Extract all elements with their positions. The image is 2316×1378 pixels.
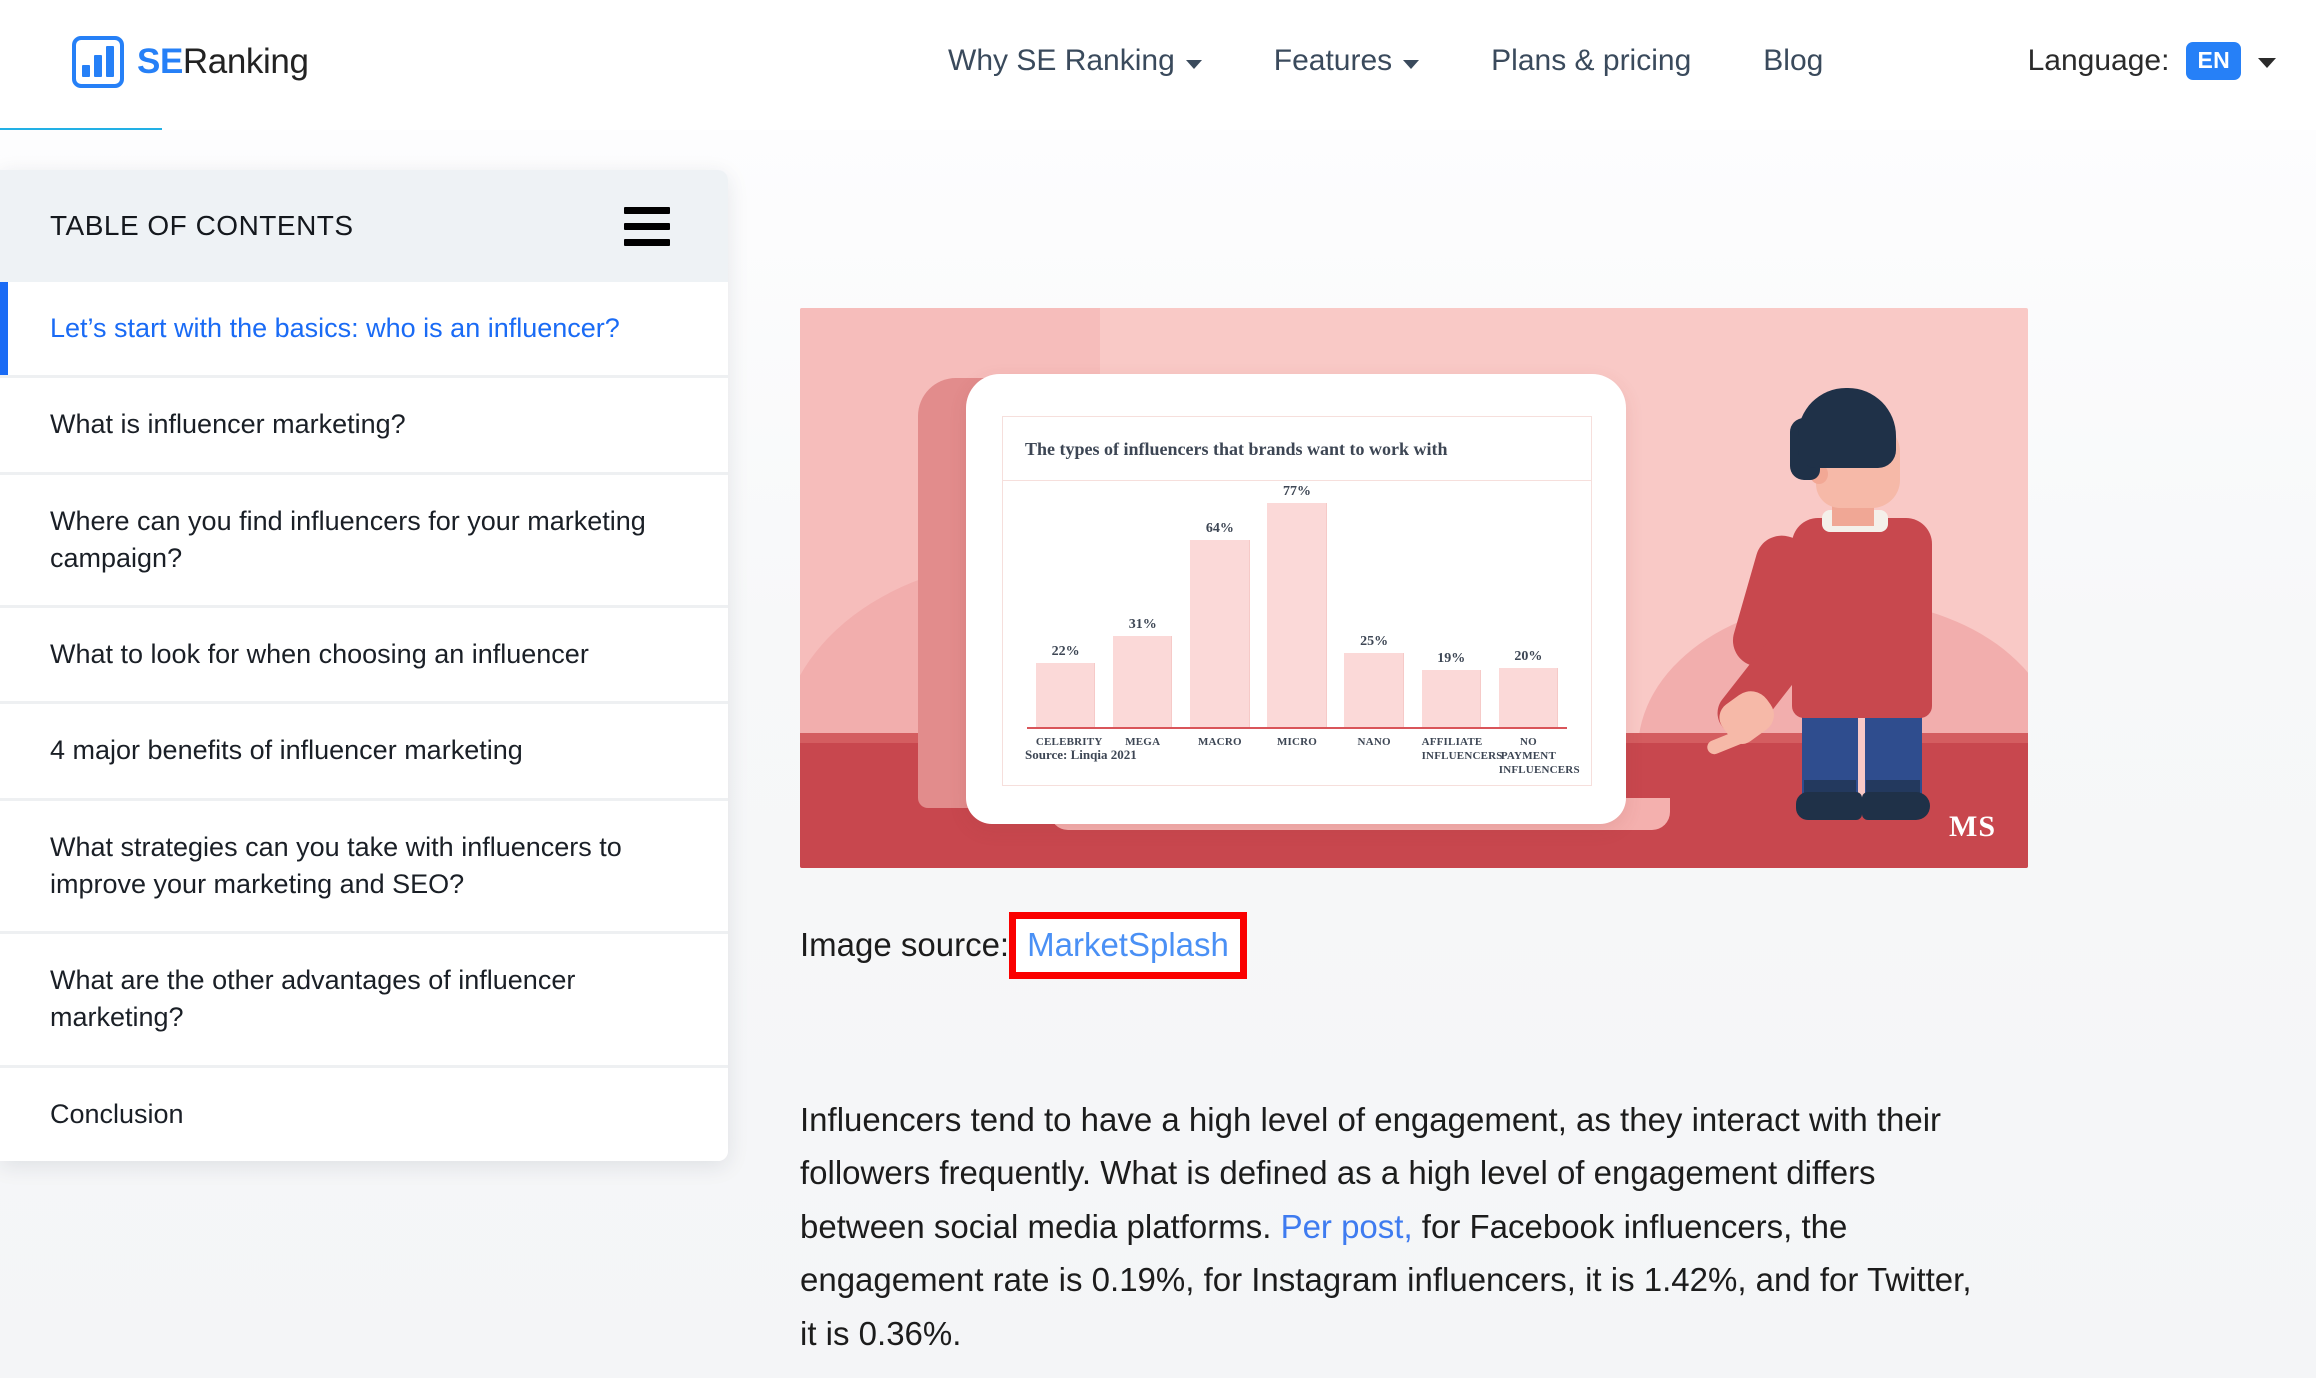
hamburger-bar-3 [624, 238, 670, 246]
language-label: Language: [2027, 44, 2170, 77]
xlabel-affiliate: AFFILIATE INFLUENCERS [1421, 736, 1503, 762]
bar-column-micro: 77% [1267, 481, 1327, 727]
bar-chart-logo-icon [72, 36, 124, 88]
person-shoe-right [1862, 792, 1930, 820]
marketsplash-watermark: MS [1949, 810, 1996, 843]
bar-value-affiliate: 19% [1437, 651, 1466, 667]
toc-item-5[interactable]: What strategies can you take with influe… [0, 800, 728, 934]
bar-value-micro: 77% [1282, 484, 1311, 500]
nav-label-why-se-ranking: Why SE Ranking [948, 44, 1175, 77]
bar-mega [1113, 635, 1173, 727]
toc-title: TABLE OF CONTENTS [50, 210, 354, 241]
bar-column-celebrity: 22% [1035, 481, 1096, 727]
illustration-presentation-board: The types of influencers that brands wan… [966, 374, 1626, 824]
toc-item-2[interactable]: Where can you find influencers for your … [0, 474, 728, 608]
toc-item-1[interactable]: What is influencer marketing? [0, 378, 728, 475]
table-of-contents: TABLE OF CONTENTS Let’s start with the b… [0, 170, 728, 1161]
bar-micro [1267, 503, 1327, 727]
toc-item-label: Conclusion [50, 1098, 184, 1129]
logo-text-se: SE [137, 42, 183, 81]
chart-plot-area: 22% 31% 64% 77% 25% 19% 20% [1027, 481, 1567, 729]
nav-label-features: Features [1273, 44, 1393, 77]
article-content: The types of influencers that brands wan… [800, 130, 2030, 1360]
hamburger-bar-2 [624, 222, 670, 230]
language-switcher[interactable]: Language: EN [2028, 42, 2276, 80]
hamburger-bar-1 [624, 206, 670, 214]
toc-item-6[interactable]: What are the other advantages of influen… [0, 934, 728, 1068]
toc-item-label: Where can you find influencers for your … [50, 505, 646, 573]
bar-nano [1344, 653, 1404, 727]
bar-value-macro: 64% [1205, 521, 1234, 537]
xlabel-no-payment: NO PAYMENT INFLUENCERS [1498, 736, 1580, 776]
site-header: SERanking Why SE Ranking Features Plans … [0, 0, 2316, 130]
toc-item-7[interactable]: Conclusion [0, 1067, 728, 1161]
nav-item-why-se-ranking[interactable]: Why SE Ranking [948, 44, 1202, 78]
xlabel-micro: MICRO [1276, 736, 1318, 748]
bar-column-nano: 25% [1344, 481, 1404, 727]
image-source-label: Image source: [800, 926, 1010, 963]
chevron-down-icon [1403, 59, 1420, 69]
person-hair [1798, 388, 1896, 468]
page-body: TABLE OF CONTENTS Let’s start with the b… [0, 130, 2316, 1378]
article-illustration: The types of influencers that brands wan… [800, 308, 2028, 868]
bar-affiliate [1421, 670, 1481, 727]
article-paragraph: Influencers tend to have a high level of… [800, 1093, 1990, 1360]
toc-item-0[interactable]: Let’s start with the basics: who is an i… [0, 282, 728, 379]
nav-label-plans-pricing: Plans & pricing [1491, 44, 1692, 77]
logo-text-ranking: Ranking [182, 42, 309, 81]
chart-source-note: Source: Linqia 2021 [1025, 747, 1137, 762]
bar-value-celebrity: 22% [1051, 644, 1080, 660]
main-navigation: Why SE Ranking Features Plans & pricing … [948, 44, 1823, 78]
toc-item-label: 4 major benefits of influencer marketing [50, 735, 523, 766]
embedded-bar-chart: The types of influencers that brands wan… [1002, 416, 1592, 786]
nav-item-blog[interactable]: Blog [1763, 44, 1823, 78]
logo-bar-1 [82, 64, 90, 77]
bar-no-payment [1498, 667, 1559, 727]
xlabel-nano: NANO [1357, 736, 1391, 748]
image-source-link[interactable]: MarketSplash [1027, 928, 1229, 961]
toc-item-4[interactable]: 4 major benefits of influencer marketing [0, 704, 728, 801]
bar-value-nano: 25% [1360, 634, 1389, 650]
toc-item-3[interactable]: What to look for when choosing an influe… [0, 608, 728, 705]
person-torso [1792, 518, 1932, 718]
toc-item-label: What to look for when choosing an influe… [50, 639, 589, 669]
toc-item-label: What are the other advantages of influen… [50, 965, 576, 1033]
chevron-down-icon [1185, 59, 1202, 69]
language-badge[interactable]: EN [2186, 42, 2241, 80]
bar-column-macro: 64% [1190, 481, 1250, 727]
image-source-caption: Image source: MarketSplash [800, 912, 2030, 979]
logo-text: SERanking [137, 42, 309, 82]
person-pointing-finger [1705, 727, 1750, 757]
hamburger-menu-icon[interactable] [624, 206, 670, 246]
toc-header: TABLE OF CONTENTS [0, 170, 728, 282]
bar-column-no-payment: 20% [1498, 481, 1559, 727]
se-ranking-logo[interactable]: SERanking [72, 36, 309, 88]
toc-item-label: Let’s start with the basics: who is an i… [50, 313, 620, 343]
nav-label-blog: Blog [1763, 44, 1824, 77]
bar-macro [1190, 540, 1250, 727]
bar-celebrity [1035, 663, 1096, 727]
toc-item-label: What strategies can you take with influe… [50, 831, 622, 899]
bar-value-mega: 31% [1128, 616, 1157, 632]
logo-bar-3 [106, 46, 114, 77]
illustration-person [1705, 388, 1950, 828]
chart-title: The types of influencers that brands wan… [1003, 417, 1591, 481]
per-post-link[interactable]: Per post, [1281, 1208, 1413, 1245]
person-hand [1705, 683, 1782, 757]
image-source-highlight-box: MarketSplash [1009, 912, 1247, 979]
nav-item-features[interactable]: Features [1273, 44, 1420, 78]
nav-item-plans-pricing[interactable]: Plans & pricing [1491, 44, 1691, 78]
logo-bar-2 [94, 54, 102, 77]
toc-item-label: What is influencer marketing? [50, 409, 406, 440]
xlabel-macro: MACRO [1197, 736, 1242, 748]
chevron-down-icon [2258, 58, 2276, 68]
bar-value-no-payment: 20% [1514, 648, 1543, 664]
bar-column-mega: 31% [1113, 481, 1173, 727]
bar-column-affiliate: 19% [1421, 481, 1481, 727]
person-shoe-left [1796, 792, 1862, 820]
